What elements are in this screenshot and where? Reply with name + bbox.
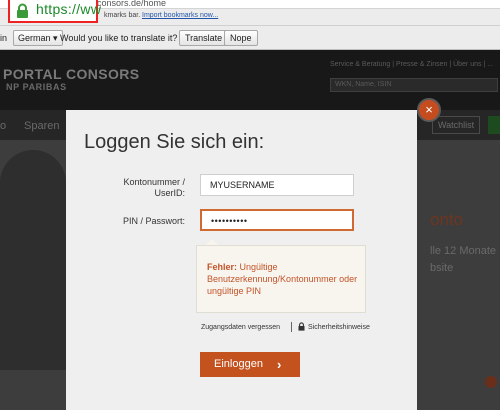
- nope-button[interactable]: Nope: [224, 30, 258, 46]
- hero-title: onto: [430, 210, 464, 229]
- forgot-credentials-link[interactable]: Zugangsdaten vergessen: [201, 324, 280, 331]
- https-url-text: https://ww: [36, 1, 102, 17]
- pin-label: PIN / Passwort:: [122, 216, 185, 226]
- header-search-input[interactable]: WKN, Name, ISIN: [330, 78, 498, 92]
- translate-prefix: in: [0, 33, 8, 43]
- hero-text-line: bsite: [430, 262, 454, 274]
- translate-button[interactable]: Translate: [179, 30, 229, 46]
- pin-input[interactable]: ••••••••••: [200, 209, 354, 231]
- security-notes-link[interactable]: Sicherheitshinweise: [308, 324, 370, 331]
- username-label-line2: UserID:: [154, 188, 185, 198]
- modal-title: Loggen Sie sich ein:: [84, 131, 265, 153]
- header-links[interactable]: Service & Beratung | Presse & Zinsen | Ü…: [330, 61, 493, 68]
- nav-item[interactable]: o: [0, 120, 6, 132]
- chevron-right-icon: ›: [277, 357, 282, 372]
- watchlist-button[interactable]: Watchlist: [432, 116, 481, 134]
- padlock-icon: [17, 3, 28, 18]
- hero-circle-icon[interactable]: [485, 376, 497, 388]
- error-text: Fehler: Ungültige Benutzerkennung/Konton…: [207, 261, 359, 297]
- error-prefix: Fehler:: [207, 262, 238, 272]
- import-bookmarks-link[interactable]: Import bookmarks now...: [142, 12, 218, 19]
- close-icon[interactable]: ×: [417, 98, 441, 122]
- username-input[interactable]: MYUSERNAME: [200, 174, 354, 196]
- login-modal: Loggen Sie sich ein: Kontonummer / UserI…: [66, 110, 417, 410]
- lock-icon: [298, 322, 305, 331]
- username-label-line1: Kontonummer /: [123, 177, 185, 187]
- login-button[interactable]: Einloggen ›: [200, 352, 300, 377]
- translate-bar: in German ▾ Would you like to translate …: [0, 26, 500, 50]
- url-rest: consors.de/home: [97, 0, 167, 8]
- https-highlight[interactable]: https://ww: [8, 0, 102, 23]
- language-select[interactable]: German ▾: [13, 30, 63, 46]
- hero-text-line: lle 12 Monate: [430, 245, 497, 257]
- translate-question: Would you like to translate it?: [60, 33, 178, 43]
- site-logo: PORTAL CONSORS: [3, 66, 140, 82]
- link-separator: [291, 322, 292, 332]
- site-logo-sub: NP PARIBAS: [6, 82, 67, 92]
- bookmarks-text: kmarks bar.: [104, 12, 141, 19]
- nav-green-button[interactable]: [488, 116, 500, 134]
- nav-item-sparen[interactable]: Sparen: [24, 120, 59, 132]
- login-label: Einloggen: [214, 358, 263, 370]
- error-message-box: Fehler: Ungültige Benutzerkennung/Konton…: [196, 245, 366, 313]
- username-label: Kontonummer / UserID:: [83, 177, 185, 199]
- hero-image: [0, 150, 66, 370]
